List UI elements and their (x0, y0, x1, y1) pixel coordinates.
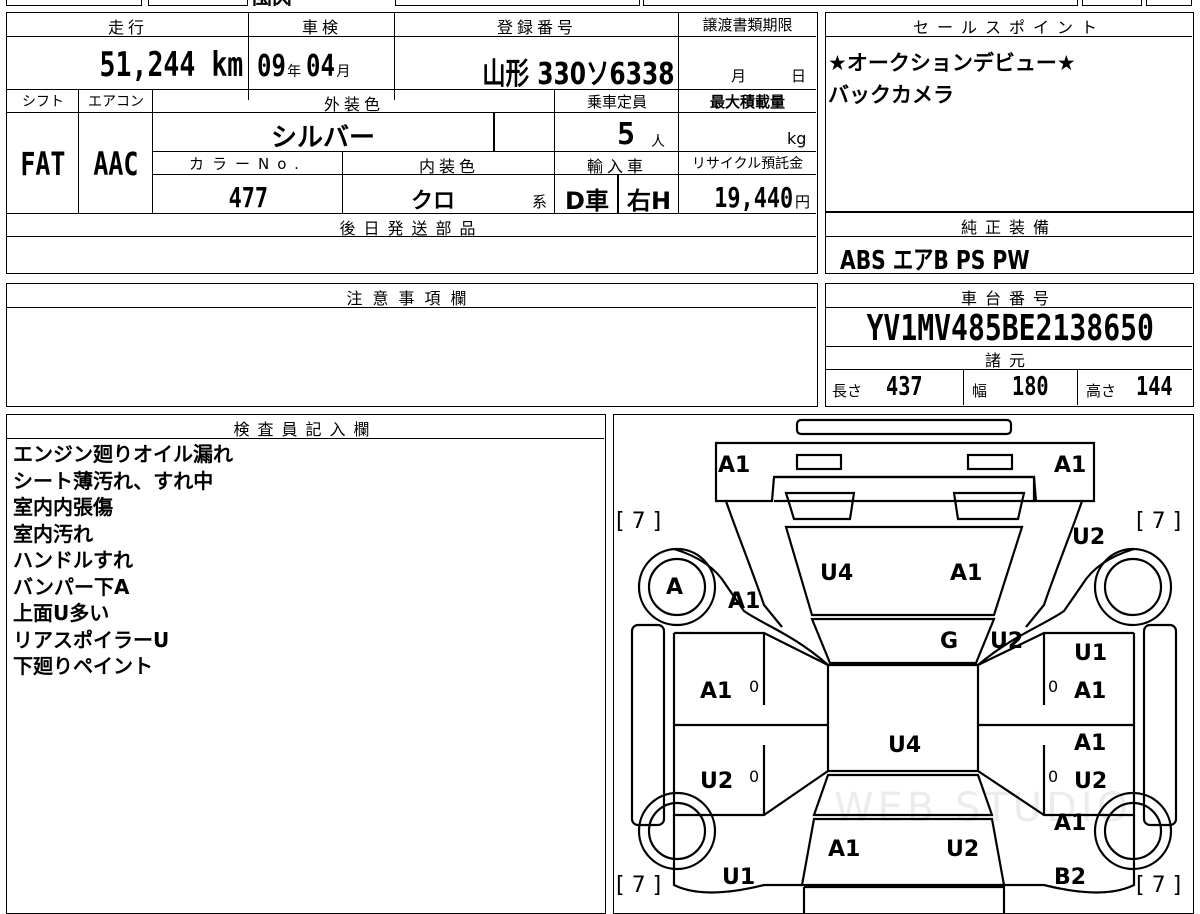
zero-mark: 0 (1048, 767, 1059, 786)
mileage-unit: km (211, 45, 243, 85)
mileage-label: 走行 (107, 18, 148, 37)
sales-point-2: バックカメラ (828, 83, 954, 107)
damage-label-right-front-fender: U2 (990, 629, 1024, 654)
damage-label-left-rear-quarter: U1 (722, 865, 756, 890)
capacity-label: 乗車定員 (586, 93, 647, 111)
damage-label-right-front-door: A1 (1074, 679, 1107, 704)
chassis-number: YV1MV485BE2138650 (866, 308, 1154, 349)
zero-mark: 0 (749, 677, 760, 696)
chassis-box: 車台番号 YV1MV485BE2138650 諸元 長さ 437 幅 180 高… (825, 283, 1194, 407)
damage-label-front-bumper-right: A1 (1054, 453, 1087, 478)
recycle-label: リサイクル預託金 (691, 156, 804, 172)
inspection-year: 09 (257, 49, 286, 84)
max-load-label: 最大積載量 (709, 93, 785, 111)
vehicle-info-table: 走行 車検 登録番号 譲渡書類期限 51,244 km 09年 04月 山形 3… (6, 12, 818, 274)
equipment-label: 純正装備 (960, 218, 1057, 237)
damage-label-left-rear-door: U2 (700, 769, 734, 794)
inspector-notes-list: エンジン廻りオイル漏れ シート薄汚れ、すれ中 室内内張傷 室内汚れ ハンドルすれ… (13, 441, 233, 680)
damage-label-left-front-wheel: A (666, 575, 684, 600)
exterior-color-value: シルバー (270, 123, 375, 153)
equipment-value: ABS エアB PS PW (840, 246, 1030, 276)
tire-tread-front-left: [ 7 ] (616, 509, 662, 534)
damage-label-right-front-door-upper: U1 (1074, 641, 1108, 666)
car-damage-diagram: [ 7 ] [ 7 ] [ 7 ] [ 7 ] 0 0 0 0 A1 A1 U2… (613, 414, 1194, 914)
damage-label-trunk-right: U2 (946, 837, 980, 862)
inspector-note: シート薄汚れ、すれ中 (13, 468, 214, 493)
watermark: WEB STUDIO (834, 785, 1133, 831)
mileage-value: 51,244 km (7, 45, 243, 85)
registration-number: 山形 330ソ6338 (482, 57, 675, 92)
top-partial-text: 国内 (252, 0, 392, 6)
height-value: 144 (1136, 372, 1173, 402)
inspector-note: ハンドルすれ (13, 548, 133, 572)
interior-color-label: 内装色 (418, 157, 479, 176)
sales-point-1: ★オークションデビュー★ (828, 51, 1076, 75)
capacity-unit: 人 (651, 134, 665, 150)
inspection-month: 04 (306, 49, 336, 84)
height-label: 高さ (1086, 382, 1117, 400)
inspector-note: エンジン廻りオイル漏れ (13, 442, 233, 466)
inspector-label: 検査員記入欄 (233, 420, 378, 439)
specs-label: 諸元 (984, 351, 1033, 370)
max-load-unit: kg (787, 129, 807, 148)
damage-label-hood-right: A1 (950, 561, 983, 586)
width-label: 幅 (972, 382, 988, 400)
shift-label: シフト (22, 94, 64, 110)
notes-box: 注意事項欄 (6, 283, 818, 407)
inspector-notes-box: 検査員記入欄 エンジン廻りオイル漏れ シート薄汚れ、すれ中 室内内張傷 室内汚れ… (6, 414, 606, 914)
inspector-note: 室内内張傷 (13, 495, 113, 519)
damage-label-front-bumper-left: A1 (718, 453, 751, 478)
inspector-note: 室内汚れ (13, 521, 93, 546)
inspection-year-unit: 年 (287, 64, 302, 80)
zero-mark: 0 (1048, 677, 1059, 696)
damage-label-hood-left: U4 (820, 561, 854, 586)
later-parts-label: 後日発送部品 (339, 219, 484, 238)
inspector-note: バンパー下A (13, 574, 130, 599)
transfer-month-unit: 月 (731, 67, 747, 85)
equipment-box: 純正装備 ABS エアB PS PW (825, 212, 1194, 276)
import-label: 輸入車 (586, 157, 647, 176)
color-no-label: カラーNo. (189, 155, 307, 173)
tire-tread-front-right: [ 7 ] (1136, 509, 1182, 534)
damage-label-right-front-wheel: U2 (1072, 525, 1106, 550)
transfer-day-unit: 日 (791, 67, 807, 85)
registration-label: 登録番号 (496, 18, 577, 37)
notes-label: 注意事項欄 (346, 289, 477, 308)
ac-label: エアコン (88, 94, 144, 110)
damage-label-roof: U4 (888, 733, 922, 758)
transfer-deadline-label: 譲渡書類期限 (702, 16, 793, 34)
chassis-label: 車台番号 (960, 289, 1057, 308)
width-value: 180 (1012, 372, 1049, 402)
tire-tread-rear-left: [ 7 ] (616, 873, 662, 898)
tire-tread-rear-right: [ 7 ] (1136, 873, 1182, 898)
zero-mark: 0 (749, 767, 760, 786)
recycle-fee-value: 19,440 (714, 181, 793, 214)
color-no-value: 477 (228, 181, 268, 214)
ac-value: AAC (93, 145, 139, 183)
inspector-note: リアスポイラーU (13, 627, 170, 652)
import-type-value: D車 (565, 187, 609, 215)
damage-label-right-rear-bumper: B2 (1054, 865, 1087, 890)
sales-point-box: セールスポイント ★オークションデビュー★ バックカメラ (825, 12, 1194, 212)
inspector-note: 上面U多い (13, 601, 110, 625)
sales-point-label: セールスポイント (912, 18, 1105, 37)
damage-label-right-rear-door-upper: A1 (1074, 731, 1107, 756)
interior-color-value: クロ (410, 189, 455, 214)
inspection-value: 09年 04月 (257, 49, 397, 84)
inspection-label: 車検 (301, 18, 342, 37)
length-value: 437 (886, 372, 923, 402)
inspector-note: 下廻りペイント (13, 654, 153, 678)
damage-label-left-front-fender: A1 (728, 589, 761, 614)
mileage-number: 51,244 (99, 45, 196, 85)
interior-suffix: 系 (532, 193, 548, 211)
shift-value: FAT (20, 145, 66, 183)
exterior-color-label: 外装色 (323, 95, 384, 114)
damage-label-windshield: G (940, 629, 959, 654)
damage-label-trunk-left: A1 (828, 837, 861, 862)
recycle-fee-unit: 円 (795, 193, 811, 211)
length-label: 長さ (832, 382, 863, 400)
damage-label-left-front-door: A1 (700, 679, 733, 704)
inspection-month-unit: 月 (336, 64, 351, 80)
steering-value: 右H (626, 187, 672, 215)
